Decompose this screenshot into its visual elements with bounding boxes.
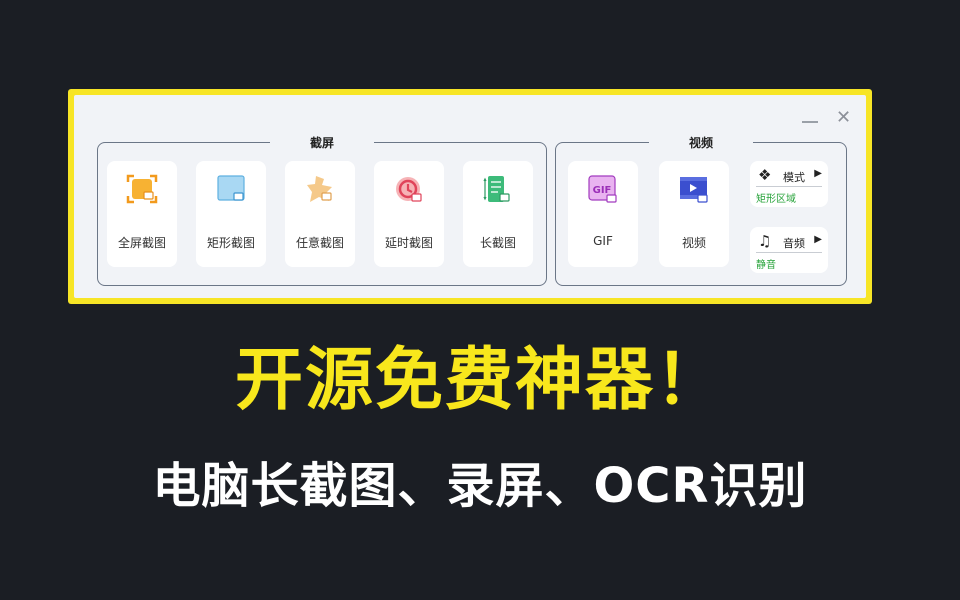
minimize-button[interactable] bbox=[802, 121, 818, 123]
freeform-capture-icon bbox=[307, 176, 332, 202]
subheadline: 电脑长截图、录屏、OCR识别 bbox=[152, 458, 808, 514]
gif-record-label: GIF bbox=[593, 234, 613, 248]
delay-capture-icon bbox=[396, 177, 422, 202]
rect-capture-label: 矩形截图 bbox=[206, 236, 255, 250]
gif-icon: GIF bbox=[588, 175, 617, 203]
music-note-icon: ♫ bbox=[758, 232, 772, 250]
mode-selector-header: ❖ 模式 ▶ bbox=[756, 167, 822, 185]
mode-selector[interactable]: ❖ 模式 ▶ 矩形区域 bbox=[750, 161, 828, 207]
audio-arrow-icon: ▶ bbox=[814, 234, 822, 245]
mode-value: 矩形区域 bbox=[756, 194, 796, 205]
gif-record-button[interactable]: GIF GIF bbox=[568, 161, 638, 267]
long-capture-button[interactable]: 长截图 bbox=[463, 161, 533, 267]
mode-arrow-icon: ▶ bbox=[814, 168, 822, 179]
long-capture-label: 长截图 bbox=[479, 236, 516, 250]
video-group-title: 视频 bbox=[648, 134, 754, 151]
fullscreen-capture-button[interactable]: 全屏截图 bbox=[107, 161, 177, 267]
mode-icon: ❖ bbox=[758, 166, 772, 184]
rect-capture-icon bbox=[217, 175, 245, 201]
video-icon bbox=[680, 177, 708, 203]
svg-text:GIF: GIF bbox=[593, 185, 612, 196]
audio-label: 音频 bbox=[783, 237, 805, 250]
long-capture-icon bbox=[483, 176, 510, 202]
fullscreen-capture-label: 全屏截图 bbox=[117, 236, 166, 250]
delay-capture-button[interactable]: 延时截图 bbox=[374, 161, 444, 267]
delay-capture-label: 延时截图 bbox=[384, 236, 433, 250]
video-record-button[interactable]: 视频 bbox=[659, 161, 729, 267]
freeform-capture-button[interactable]: 任意截图 bbox=[285, 161, 355, 267]
audio-divider bbox=[756, 252, 822, 253]
freeform-capture-label: 任意截图 bbox=[295, 236, 344, 250]
app-window-frame: ✕ 截屏 全屏截图 矩形截图 任意截图 延时截图 长截图 视频 GIF GIF … bbox=[68, 89, 872, 304]
app-window: ✕ 截屏 全屏截图 矩形截图 任意截图 延时截图 长截图 视频 GIF GIF … bbox=[74, 95, 866, 298]
fullscreen-capture-icon bbox=[126, 174, 158, 204]
audio-selector[interactable]: ♫ 音频 ▶ 静音 bbox=[750, 227, 828, 273]
video-group: 视频 GIF GIF 视频 ❖ 模式 ▶ 矩形区域 ♫ 音频 ▶ 静音 bbox=[555, 134, 847, 286]
video-record-label: 视频 bbox=[681, 236, 706, 250]
rect-capture-button[interactable]: 矩形截图 bbox=[196, 161, 266, 267]
screenshot-group-title: 截屏 bbox=[269, 134, 375, 151]
mode-label: 模式 bbox=[783, 171, 805, 184]
audio-value: 静音 bbox=[756, 260, 776, 271]
mode-divider bbox=[756, 186, 822, 187]
screenshot-group: 截屏 全屏截图 矩形截图 任意截图 延时截图 长截图 bbox=[97, 134, 547, 286]
audio-selector-header: ♫ 音频 ▶ bbox=[756, 233, 822, 251]
headline: 开源免费神器！ bbox=[234, 341, 725, 420]
close-button[interactable]: ✕ bbox=[836, 109, 851, 127]
